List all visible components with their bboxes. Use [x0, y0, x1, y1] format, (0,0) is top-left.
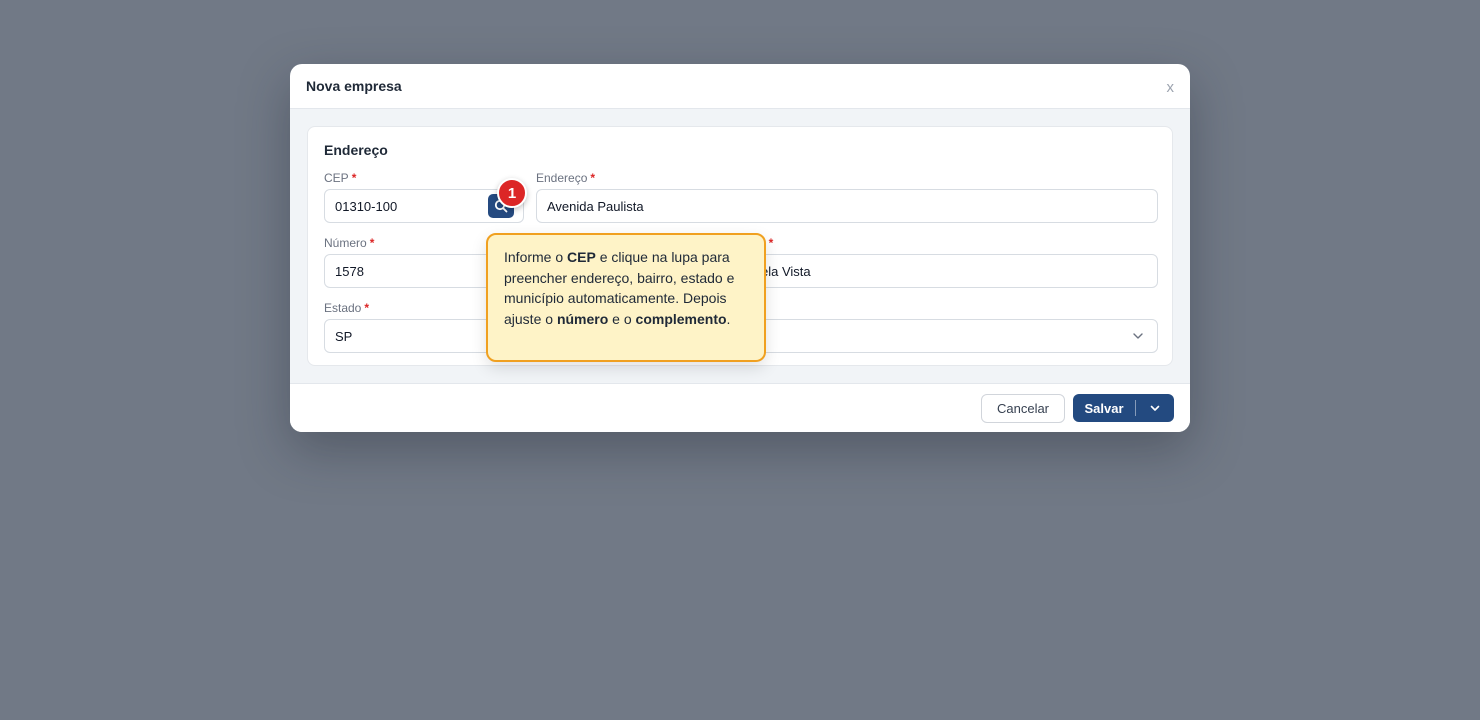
- modal-header: Nova empresa x: [290, 64, 1190, 109]
- required-mark: *: [590, 171, 596, 185]
- close-icon[interactable]: x: [1167, 79, 1175, 96]
- required-mark: *: [369, 236, 375, 250]
- required-mark: *: [351, 171, 357, 185]
- required-mark: *: [768, 236, 774, 250]
- chevron-down-icon: [1133, 333, 1143, 339]
- estado-value: SP: [335, 328, 353, 344]
- endereco-label: Endereço *: [536, 171, 596, 185]
- save-button-label: Salvar: [1084, 400, 1124, 416]
- tooltip-text: Informe o: [504, 249, 568, 265]
- tooltip-text: .: [726, 310, 731, 327]
- tooltip-bold-numero: número: [556, 310, 609, 327]
- tooltip-text: e o: [608, 310, 636, 327]
- required-mark: *: [364, 301, 370, 315]
- endereco-value: Avenida Paulista: [547, 198, 644, 214]
- cep-input[interactable]: 01310-100: [324, 189, 524, 223]
- modal-footer: Cancelar Salvar: [290, 383, 1190, 432]
- numero-label: Número *: [324, 236, 375, 250]
- modal-title: Nova empresa: [306, 78, 402, 94]
- bairro-value: ela Vista: [761, 263, 811, 279]
- cancel-button[interactable]: Cancelar: [981, 394, 1065, 423]
- step-badge: 1: [497, 178, 527, 208]
- chevron-down-icon: [1150, 405, 1160, 411]
- estado-label: Estado *: [324, 301, 370, 315]
- section-title: Endereço: [324, 142, 388, 158]
- save-button[interactable]: Salvar: [1073, 394, 1174, 422]
- numero-value: 1578: [335, 263, 364, 279]
- cep-label: CEP *: [324, 171, 357, 185]
- endereco-input[interactable]: Avenida Paulista: [536, 189, 1158, 223]
- cep-value: 01310-100: [335, 198, 398, 214]
- tooltip-bold-complemento: complemento: [635, 310, 727, 327]
- tooltip-bold-cep: CEP: [567, 249, 596, 265]
- onboarding-tooltip: Informe o CEP e clique na lupa para pree…: [486, 233, 766, 362]
- save-options-toggle[interactable]: [1136, 402, 1174, 414]
